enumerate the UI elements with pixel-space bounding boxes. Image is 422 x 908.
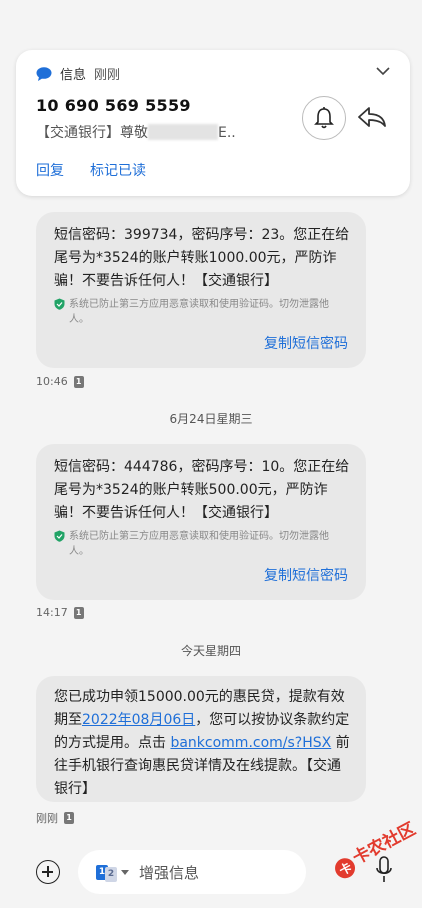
- watermark-logo: 卡 卡农社区: [335, 818, 419, 879]
- input-placeholder: 增强信息: [139, 863, 200, 882]
- preview-suffix: E..: [218, 125, 236, 141]
- preview-prefix: 【交通银行】尊敬: [36, 125, 148, 141]
- message-bubble[interactable]: 短信密码：444786，密码序号：10。您正在给尾号为*3524的账户转账500…: [36, 444, 366, 600]
- notification-card[interactable]: 信息 刚刚 10 690 569 5559 【交通银行】尊敬 E.. 回复 标记已…: [16, 50, 410, 196]
- message-text: 短信密码：444786，密码序号：10。您正在给尾号为*3524的账户转账500…: [54, 459, 350, 521]
- notification-sender: 10 690 569 5559: [36, 96, 191, 115]
- timestamp-text: 14:17: [36, 606, 68, 619]
- message-app-icon: [36, 66, 52, 81]
- guard-text: 系统已防止第三方应用恶意读取和使用验证码。切勿泄露他人。: [69, 299, 329, 325]
- svg-text:卡农社区: 卡农社区: [349, 818, 419, 868]
- reply-action[interactable]: 回复: [36, 160, 64, 180]
- guard-text: 系统已防止第三方应用恶意读取和使用验证码。切勿泄露他人。: [69, 531, 329, 557]
- chevron-down-icon[interactable]: [376, 66, 390, 76]
- sim-badge: 1: [73, 375, 84, 388]
- reply-icon[interactable]: [357, 106, 387, 128]
- sim-selector[interactable]: 1 2: [96, 863, 129, 882]
- notification-actions: 回复 标记已读: [36, 160, 146, 180]
- notification-preview: 【交通银行】尊敬 E..: [36, 122, 236, 142]
- message-timestamp: 10:46 1: [36, 375, 84, 388]
- bell-icon: [314, 107, 334, 129]
- mark-read-action[interactable]: 标记已读: [90, 160, 146, 180]
- notification-app-name: 信息: [60, 68, 87, 83]
- add-attachment-button[interactable]: [36, 860, 60, 884]
- message-text: 您已成功申领15000.00元的惠民贷，提款有效期至2022年08月06日，您可…: [36, 676, 366, 801]
- date-link[interactable]: 2022年08月06日: [82, 712, 195, 728]
- verification-guard-note: 系统已防止第三方应用恶意读取和使用验证码。切勿泄露他人。: [36, 293, 366, 327]
- message-timestamp: 14:17 1: [36, 606, 84, 619]
- sim-badge: 1: [64, 812, 74, 824]
- date-separator: 6月24日星期三: [169, 412, 253, 426]
- message-text: 短信密码：399734，密码序号：23。您正在给尾号为*3524的账户转账100…: [54, 227, 350, 289]
- shield-icon: [54, 530, 65, 542]
- copy-code-button[interactable]: 复制短信密码: [264, 333, 348, 356]
- date-separator: 今天星期四: [180, 644, 241, 658]
- message-bubble[interactable]: 您已成功申领15000.00元的惠民贷，提款有效期至2022年08月06日，您可…: [36, 676, 366, 802]
- url-link[interactable]: bankcomm.com/s?HSX: [170, 735, 331, 751]
- redacted-block: [148, 124, 218, 140]
- notification-time: 刚刚: [94, 68, 121, 83]
- timestamp-text: 刚刚: [36, 812, 58, 825]
- verification-guard-note: 系统已防止第三方应用恶意读取和使用验证码。切勿泄露他人。: [36, 525, 366, 559]
- shield-icon: [54, 298, 65, 310]
- message-input[interactable]: 1 2 增强信息: [78, 850, 306, 894]
- sim-badge: 1: [73, 606, 84, 619]
- copy-code-button[interactable]: 复制短信密码: [264, 565, 348, 588]
- message-bubble[interactable]: 短信密码：399734，密码序号：23。您正在给尾号为*3524的账户转账100…: [36, 212, 366, 368]
- caret-down-icon: [121, 869, 129, 875]
- timestamp-text: 10:46: [36, 375, 68, 388]
- message-timestamp: 刚刚 1: [36, 810, 74, 826]
- notification-header: 信息 刚刚: [36, 64, 120, 83]
- mute-bell-button[interactable]: [302, 96, 346, 140]
- sim2-icon: 2: [105, 866, 117, 882]
